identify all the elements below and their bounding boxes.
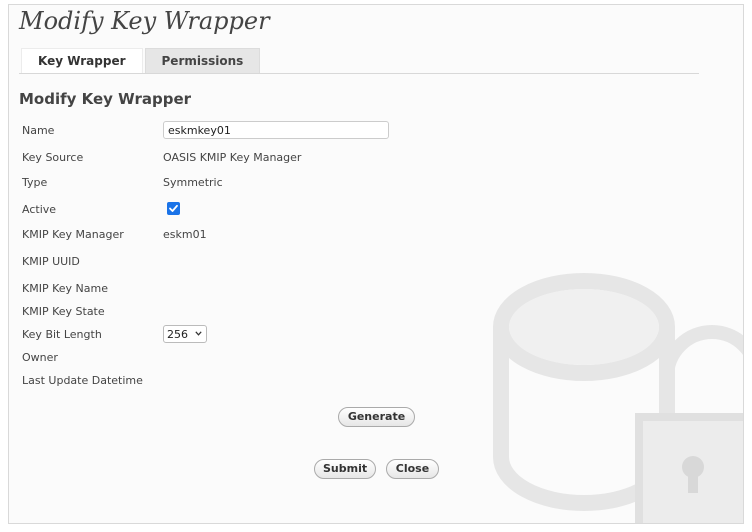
- name-input[interactable]: [163, 121, 389, 139]
- tab-key-wrapper[interactable]: Key Wrapper: [21, 48, 143, 74]
- modify-key-wrapper-panel: Modify Key Wrapper Key Wrapper Permissio…: [8, 4, 744, 524]
- last-update-row: Last Update Datetime: [22, 371, 582, 393]
- kmip-key-state-label: KMIP Key State: [22, 305, 105, 318]
- name-label: Name: [22, 124, 55, 137]
- kmip-key-manager-row: KMIP Key Manager eskm01: [22, 225, 582, 247]
- owner-row: Owner: [22, 348, 582, 370]
- kmip-key-name-row: KMIP Key Name: [22, 279, 582, 301]
- key-source-row: Key Source OASIS KMIP Key Manager: [22, 148, 582, 170]
- type-value: Symmetric: [163, 176, 223, 189]
- tab-permissions[interactable]: Permissions: [144, 48, 261, 73]
- kmip-uuid-label: KMIP UUID: [22, 255, 80, 268]
- active-row: Active: [22, 200, 582, 222]
- tab-bar: Key Wrapper Permissions: [21, 48, 262, 74]
- checkmark-icon: [169, 204, 178, 212]
- active-label: Active: [22, 203, 57, 216]
- kmip-key-state-row: KMIP Key State: [22, 302, 582, 324]
- kmip-key-manager-value: eskm01: [163, 228, 207, 241]
- close-button[interactable]: Close: [386, 459, 439, 479]
- generate-button[interactable]: Generate: [338, 407, 415, 427]
- owner-label: Owner: [22, 351, 58, 364]
- kmip-uuid-row: KMIP UUID: [22, 252, 582, 274]
- submit-button[interactable]: Submit: [314, 459, 376, 479]
- type-label: Type: [22, 176, 48, 189]
- kmip-key-manager-label: KMIP Key Manager: [22, 228, 124, 241]
- active-checkbox[interactable]: [167, 202, 180, 215]
- key-bit-length-select[interactable]: 256: [163, 325, 207, 343]
- type-row: Type Symmetric: [22, 173, 582, 195]
- kmip-key-name-label: KMIP Key Name: [22, 282, 108, 295]
- page-title: Modify Key Wrapper: [19, 7, 270, 35]
- key-source-label: Key Source: [22, 151, 84, 164]
- key-source-value: OASIS KMIP Key Manager: [163, 151, 302, 164]
- section-title: Modify Key Wrapper: [19, 90, 192, 108]
- tab-divider: [19, 73, 699, 74]
- last-update-label: Last Update Datetime: [22, 374, 143, 387]
- key-bit-length-label: Key Bit Length: [22, 328, 102, 341]
- key-bit-length-row: Key Bit Length 256: [22, 325, 582, 347]
- chevron-down-icon: [195, 331, 202, 336]
- name-row: Name: [22, 121, 582, 143]
- key-bit-length-selected: 256: [167, 328, 188, 341]
